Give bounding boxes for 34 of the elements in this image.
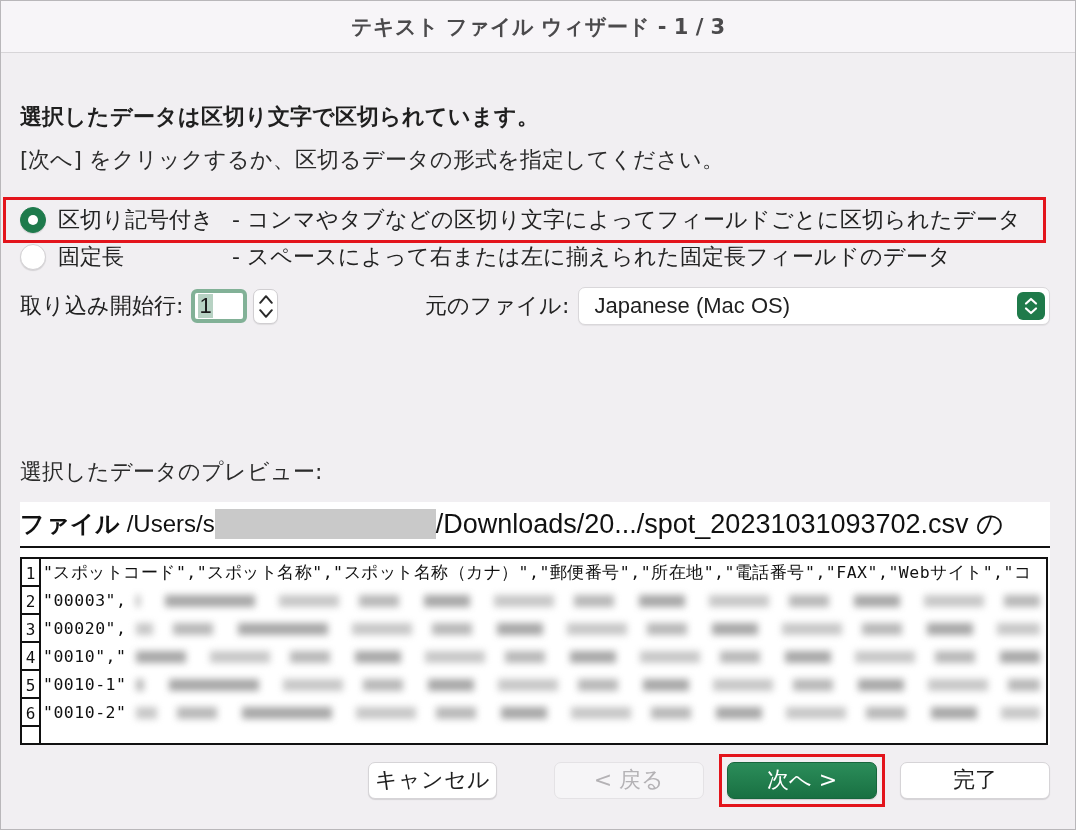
preview-label: 選択したデータのプレビュー:: [20, 458, 323, 486]
updown-chevron-icon: [1017, 292, 1045, 320]
chevron-up-icon: [258, 294, 273, 304]
radio-label[interactable]: 固定長: [58, 244, 124, 269]
preview-row-text: "0010",": [42, 647, 127, 668]
option-description: - コンマやタブなどの区切り文字によってフィールドごとに区切られたデータ: [232, 206, 1021, 234]
file-path-text: ファイル /Users/s: [20, 509, 215, 539]
preview-row-text: "0010-1": [42, 675, 127, 696]
preview-row-text: "00020",: [42, 619, 127, 640]
field-label: 元のファイル:: [425, 292, 570, 320]
row-number: 3: [22, 615, 41, 643]
row-number: 2: [22, 587, 41, 615]
dialog-button[interactable]: 完了: [900, 761, 1050, 799]
file-path-text: /Downloads/20.../spot_20231031093702.csv の: [435, 508, 1005, 541]
stepper[interactable]: [253, 288, 279, 324]
preview-row-text: "00003",: [42, 591, 127, 612]
option-description: - スペースによって右または左に揃えられた固定長フィールドのデータ: [232, 243, 951, 271]
encoding-select[interactable]: Japanese (Mac OS): [578, 287, 1050, 325]
next-button[interactable]: 次へ >: [727, 761, 877, 799]
radio-label[interactable]: 区切り記号付き: [58, 207, 214, 232]
radio-button[interactable]: [20, 207, 46, 233]
row-number: 4: [22, 643, 41, 671]
instruction-heading: 選択したデータは区切り文字で区切られています。: [20, 103, 539, 131]
chevron-down-icon: [258, 308, 273, 318]
row-number: 5: [22, 671, 41, 699]
row-number: 6: [22, 699, 41, 727]
row-number: 1: [22, 559, 41, 587]
dialog-button[interactable]: キャンセル: [368, 761, 497, 799]
preview-row-text: "0010-2": [42, 703, 127, 724]
window-title: テキスト ファイル ウィザード - 1 / 3: [350, 13, 726, 41]
instruction-text: [次へ] をクリックするか、区切るデータの形式を指定してください。: [20, 146, 724, 174]
start-row-input[interactable]: 1: [191, 289, 248, 323]
preview-row-text: "スポットコード","スポット名称","スポット名称（カナ）","郵便番号","所在地","電話番号","FAX","Webサイト","コ: [42, 563, 1032, 584]
field-label: 取り込み開始行:: [20, 292, 184, 320]
